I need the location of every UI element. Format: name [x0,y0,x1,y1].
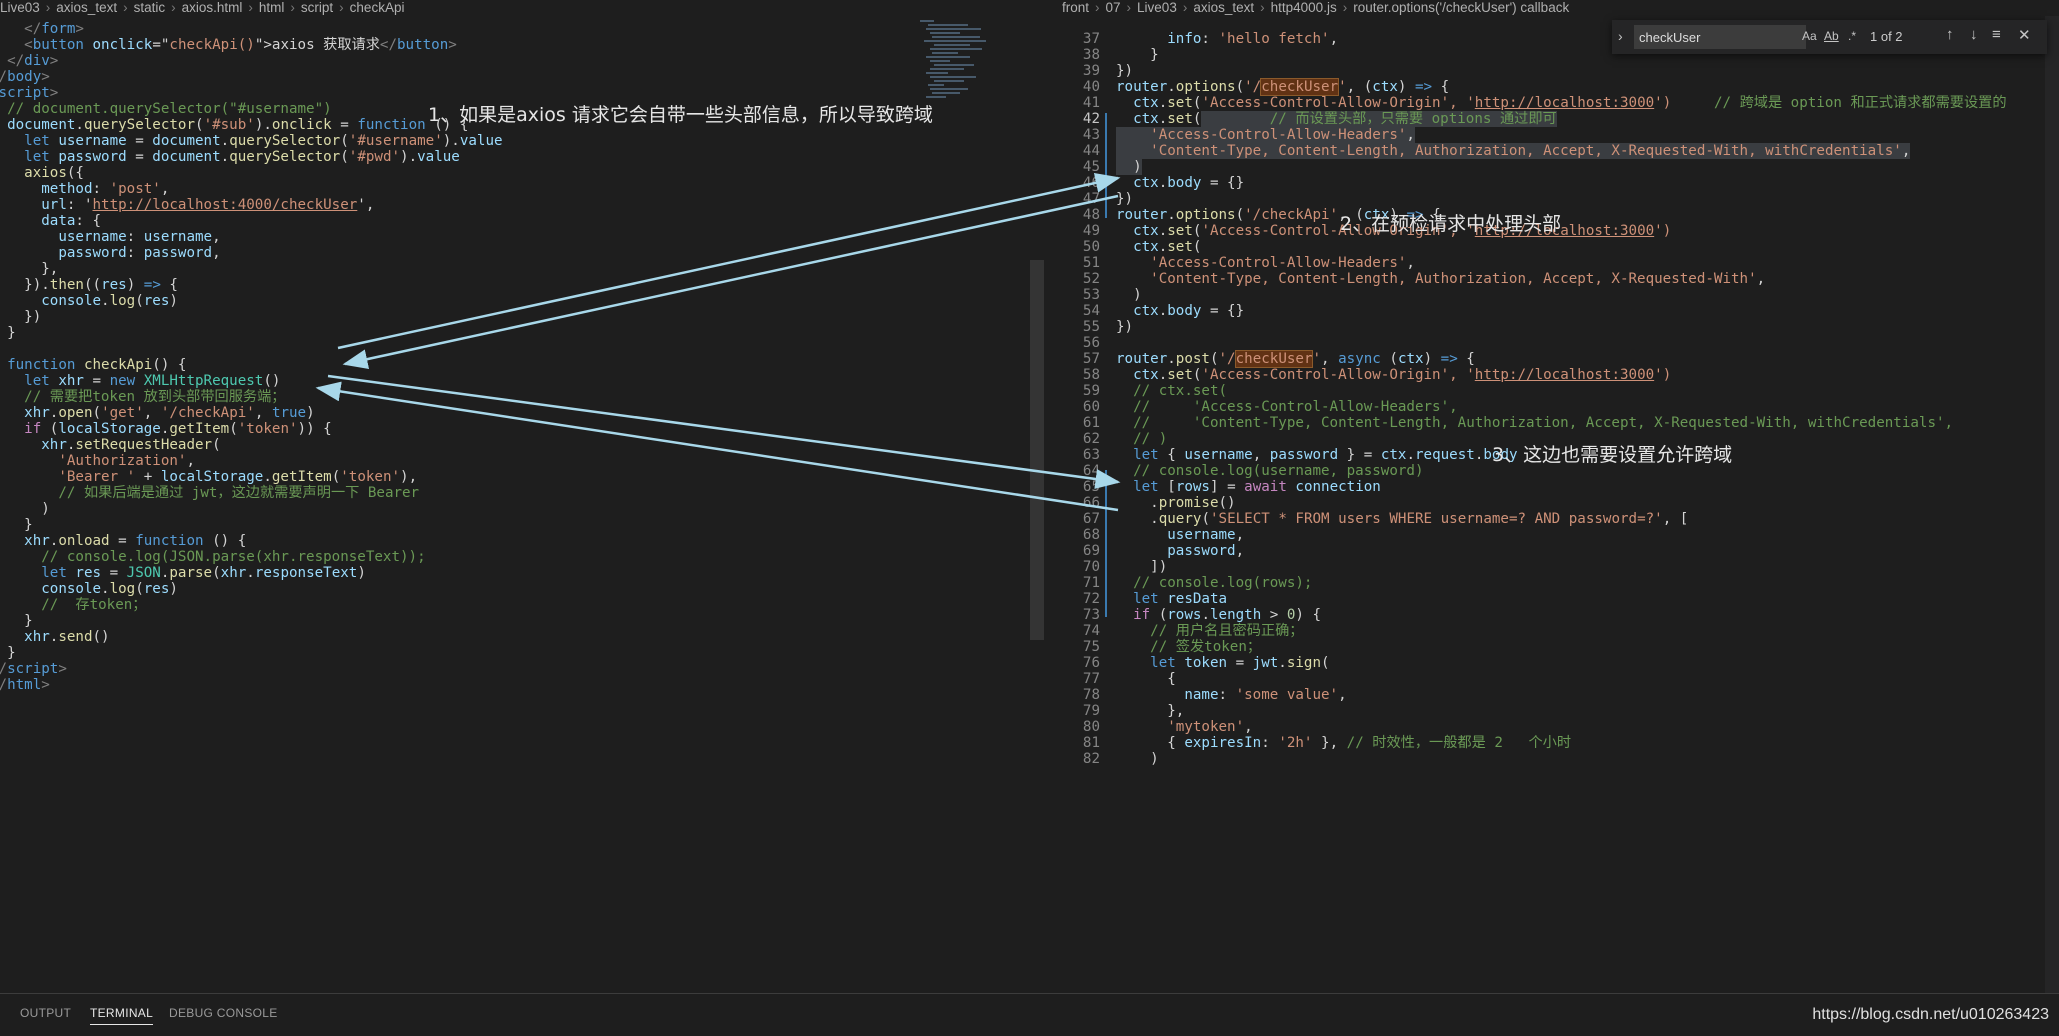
breadcrumb-item[interactable]: Live03 [1137,0,1177,15]
code-text: ) [1116,749,1159,770]
breadcrumb-item[interactable]: static [134,0,166,15]
code-token: html [7,677,42,693]
chevron-right-icon: › [290,0,295,15]
find-result-count: 1 of 2 [1870,29,1903,44]
tab-terminal[interactable]: TERMINAL [90,1006,154,1025]
annotation-2: 2、在预检请求中处理头部 [1340,213,1562,235]
close-icon[interactable]: ✕ [2018,26,2031,44]
breadcrumb-item[interactable]: checkApi [350,0,405,15]
chevron-right-icon: › [171,0,176,15]
next-match-icon[interactable]: ↓ [1970,26,1978,43]
chevron-right-icon: › [339,0,344,15]
line-number: 82 [1082,751,1100,767]
right-editor[interactable]: front › 07 › Live03 › axios_text › http4000.js › r… [1050,0,2059,993]
regex-icon[interactable]: .* [1848,29,1856,43]
bottom-panel: OUTPUT TERMINAL DEBUG CONSOLE [0,993,2059,1036]
find-input[interactable] [1634,25,1806,49]
left-scrollbar[interactable] [1030,260,1044,640]
chevron-right-icon: › [248,0,253,15]
chevron-right-icon: › [1260,0,1265,15]
tab-output[interactable]: OUTPUT [20,1006,71,1020]
breadcrumb-item[interactable]: html [259,0,285,15]
whole-word-icon[interactable]: Ab [1824,29,1839,43]
code-line[interactable]: 82 ) [1050,749,2059,770]
annotation-3: 3、这边也需要设置允许跨域 [1492,444,1733,466]
left-breadcrumb: Live03 › axios_text › static › axios.html › html… [0,0,1030,16]
tab-debug-console[interactable]: DEBUG CONSOLE [169,1006,278,1020]
breadcrumb-item[interactable]: axios_text [56,0,117,15]
find-in-selection-icon[interactable]: ≡ [1992,26,2001,43]
right-breadcrumb: front › 07 › Live03 › axios_text › http4000.js › r… [1062,0,2059,16]
breadcrumb-item[interactable]: Live03 [0,0,40,15]
find-widget: › Aa Ab .* 1 of 2 ↑ ↓ ≡ ✕ [1612,20,2047,54]
watermark: https://blog.csdn.net/u010263423 [1812,1006,2049,1023]
annotation-1: 1、如果是axios 请求它会自带一些头部信息，所以导致跨域 [428,104,933,126]
left-editor[interactable]: Live03 › axios_text › static › axios.html › html… [0,0,1030,993]
code-line[interactable]: </html> [0,675,1030,696]
chevron-right-icon: › [1182,0,1188,15]
chevron-right-icon: › [1095,0,1100,15]
chevron-right-icon: › [45,0,51,15]
left-minimap[interactable] [920,18,1010,168]
previous-match-icon[interactable]: ↑ [1946,26,1954,43]
chevron-right-icon: › [1342,0,1348,15]
breadcrumb-item[interactable]: http4000.js [1271,0,1337,15]
right-scrollbar[interactable] [2045,0,2059,993]
breadcrumb-item[interactable]: front [1062,0,1089,15]
breadcrumb-item[interactable]: script [301,0,333,15]
breadcrumb-item[interactable]: 07 [1106,0,1121,15]
breadcrumb-item[interactable]: router.options('/checkUser') callback [1353,0,1569,15]
code-token: ) [1116,751,1159,767]
breadcrumb-item[interactable]: axios.html [182,0,243,15]
code-text: </html> [0,675,50,696]
code-token: > [41,677,50,693]
chevron-right-icon: › [123,0,128,15]
match-case-icon[interactable]: Aa [1802,29,1817,43]
chevron-right-icon: › [1126,0,1132,15]
modified-line-gutter [1105,113,1107,218]
modified-line-gutter-2 [1105,470,1107,617]
breadcrumb-item[interactable]: axios_text [1193,0,1254,15]
toggle-replace-icon[interactable]: › [1618,28,1623,44]
